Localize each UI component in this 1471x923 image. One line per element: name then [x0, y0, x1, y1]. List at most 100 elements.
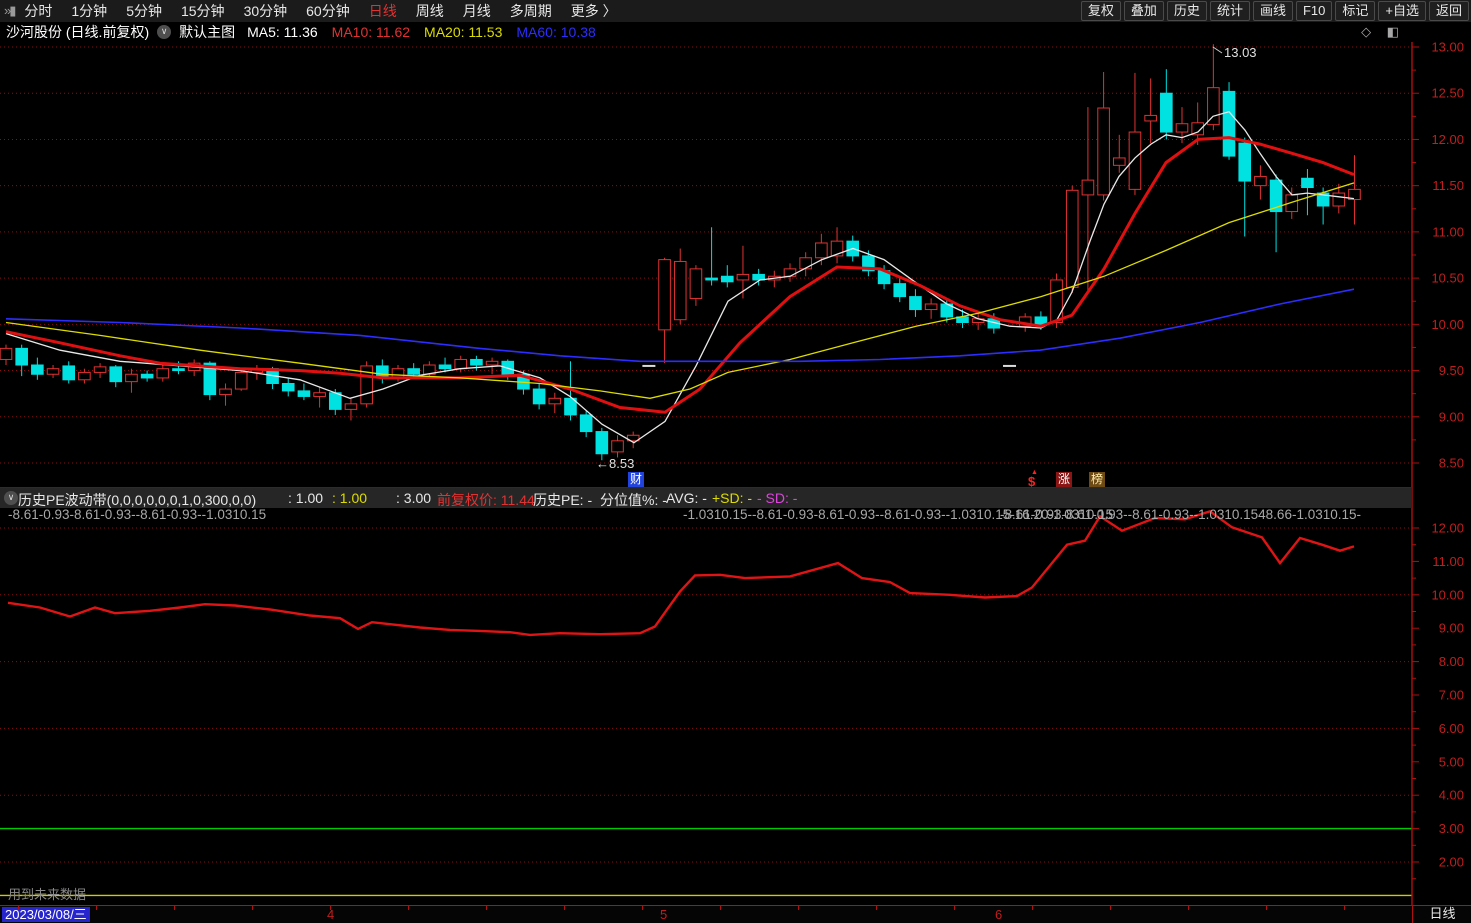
indicator-param-3: : 1.00 — [332, 490, 368, 506]
indicator-param-4: : 3.00 — [396, 490, 432, 506]
menu-item-9[interactable]: 月线 — [463, 1, 491, 21]
annotation-pointer — [1212, 46, 1223, 54]
ma-label-3: MA20: 11.53 — [424, 24, 503, 40]
time-axis-tick — [486, 906, 487, 910]
indicator-band-values-3: -8.61-0.93-8.61-0.93--8.61-0.93--1.0310.… — [1000, 507, 1361, 522]
period-label: 日线 — [1412, 906, 1471, 923]
candle-body — [1332, 192, 1346, 207]
candle-body — [1112, 157, 1126, 166]
pe-axis-label: 3.00 — [1439, 821, 1464, 836]
candle-body — [31, 364, 44, 375]
candle-body — [689, 268, 703, 299]
menu-item-11[interactable]: 更多 〉 — [571, 1, 617, 21]
menu-item-5[interactable]: 30分钟 — [244, 1, 288, 21]
price-axis-label: 9.50 — [1439, 363, 1464, 378]
time-axis-tick — [96, 906, 97, 910]
time-axis-tick — [564, 906, 565, 910]
chart-corner-icons[interactable]: ◇ ◧ — [1361, 24, 1405, 40]
chevron-down-icon[interactable]: ∨ — [157, 25, 172, 39]
menu-item-3[interactable]: 5分钟 — [126, 1, 162, 21]
candle-body — [1238, 142, 1252, 182]
candle-body — [156, 368, 170, 379]
time-axis-tick — [174, 906, 175, 910]
price-axis-label: 9.00 — [1439, 409, 1464, 424]
event-badge-cai[interactable]: 财 — [628, 472, 645, 487]
toolbar-button-1[interactable]: 复权 — [1080, 1, 1121, 21]
toolbar-right-buttons: 复权 叠加 历史 统计 画线 F10 标记 +自选 返回 — [1080, 1, 1471, 21]
event-badge-dollar[interactable]: $ — [1026, 474, 1037, 489]
top-menu-bar: »▮ 分时 1分钟 5分钟 15分钟 30分钟 60分钟 日线 周线 月线 多周期 更多 〉 复权叠… — [0, 0, 1471, 22]
toolbar-button-8[interactable]: +自选 — [1378, 1, 1426, 21]
time-axis-tick — [642, 906, 643, 910]
candle-body — [328, 392, 342, 410]
candle-body — [407, 368, 420, 375]
window-collapse-icon[interactable]: »▮ — [4, 3, 16, 19]
candle-body — [15, 347, 28, 366]
candle-body — [1050, 279, 1063, 323]
candle-body — [1222, 90, 1236, 157]
candle-body — [1160, 92, 1173, 133]
toolbar-button-5[interactable]: 画线 — [1252, 1, 1293, 21]
candle-body — [736, 273, 750, 281]
toolbar-button-6[interactable]: F10 — [1295, 1, 1333, 21]
time-axis-tick — [252, 906, 253, 910]
month-label-4: 4 — [327, 907, 335, 922]
toolbar-button-4[interactable]: 统计 — [1209, 1, 1250, 21]
toolbar-button-9[interactable]: 返回 — [1428, 1, 1469, 21]
menu-item-7[interactable]: 日线 — [369, 1, 397, 21]
chart-sub-bar: 沙河股份 (日线.前复权) ∨ 默认主图 MA5: 11.36 MA10: 11.… — [0, 22, 1471, 42]
indicator-collapse-icon[interactable]: ∨ — [4, 491, 18, 505]
candle-body — [125, 373, 138, 383]
menu-item-8[interactable]: 周线 — [416, 1, 444, 21]
menu-item-4[interactable]: 15分钟 — [181, 1, 225, 21]
menu-item-2[interactable]: 1分钟 — [71, 1, 107, 21]
toolbar-button-2[interactable]: 叠加 — [1123, 1, 1164, 21]
indicator-band-values-1: -8.61-0.93-8.61-0.93--8.61-0.93--1.0310.… — [8, 507, 267, 522]
pe-axis-label: 9.00 — [1439, 621, 1464, 636]
candle-body — [0, 347, 13, 360]
ma-label-2: MA10: 11.62 — [331, 24, 411, 40]
candle-body — [673, 260, 687, 321]
future-data-note: 用到未来数据 — [8, 887, 87, 902]
toolbar-button-7[interactable]: 标记 — [1335, 1, 1376, 21]
pe-axis-label: 11.00 — [1432, 554, 1464, 569]
toolbar-button-3[interactable]: 历史 — [1166, 1, 1207, 21]
price-annotation: ←8.53 — [596, 456, 634, 471]
candle-body — [893, 283, 907, 298]
candle-body — [219, 388, 232, 396]
menu-item-6[interactable]: 60分钟 — [306, 1, 350, 21]
main-chart-view-label[interactable]: 默认主图 — [179, 22, 235, 42]
candle-body — [1175, 123, 1189, 133]
candle-body — [1254, 175, 1267, 187]
candle-body — [234, 371, 248, 390]
candle-body — [281, 382, 295, 392]
candle-body — [1065, 189, 1079, 288]
price-axis-label: 10.00 — [1431, 317, 1464, 332]
candle-body — [1301, 177, 1314, 189]
candle-body — [595, 431, 609, 455]
time-axis-tick — [18, 906, 19, 910]
time-axis-tick — [1032, 906, 1033, 910]
price-axis-label: 12.50 — [1431, 86, 1464, 101]
indicator-pane-header: ∨ 历史PE波动带(0,0,0,0,0,0,1,0,300,0,0): 1.00… — [0, 487, 1412, 508]
date-label[interactable]: 2023/03/08/三 — [2, 907, 90, 922]
menu-item-10[interactable]: 多周期 — [510, 1, 552, 21]
candle-body — [532, 388, 546, 405]
period-menu: 分时 1分钟 5分钟 15分钟 30分钟 60分钟 日线 周线 月线 多周期 更多 〉 — [24, 1, 616, 21]
time-axis-tick — [1110, 906, 1111, 910]
time-axis-tick — [798, 906, 799, 910]
candle-body — [454, 358, 468, 370]
pe-price-line — [7, 509, 1355, 637]
candle-body — [297, 390, 311, 397]
pe-axis-label: 8.00 — [1439, 654, 1464, 669]
candle-body — [548, 397, 562, 405]
event-badge-zhang[interactable]: 涨 — [1056, 472, 1073, 487]
event-badge-bang[interactable]: 榜 — [1089, 472, 1106, 487]
candle-body — [611, 440, 624, 453]
candle-body — [783, 268, 797, 277]
candle-body — [140, 373, 154, 379]
menu-item-1[interactable]: 分时 — [24, 1, 52, 21]
candle-body — [924, 303, 938, 311]
candle-body — [470, 358, 483, 366]
time-axis-tick — [954, 906, 955, 910]
